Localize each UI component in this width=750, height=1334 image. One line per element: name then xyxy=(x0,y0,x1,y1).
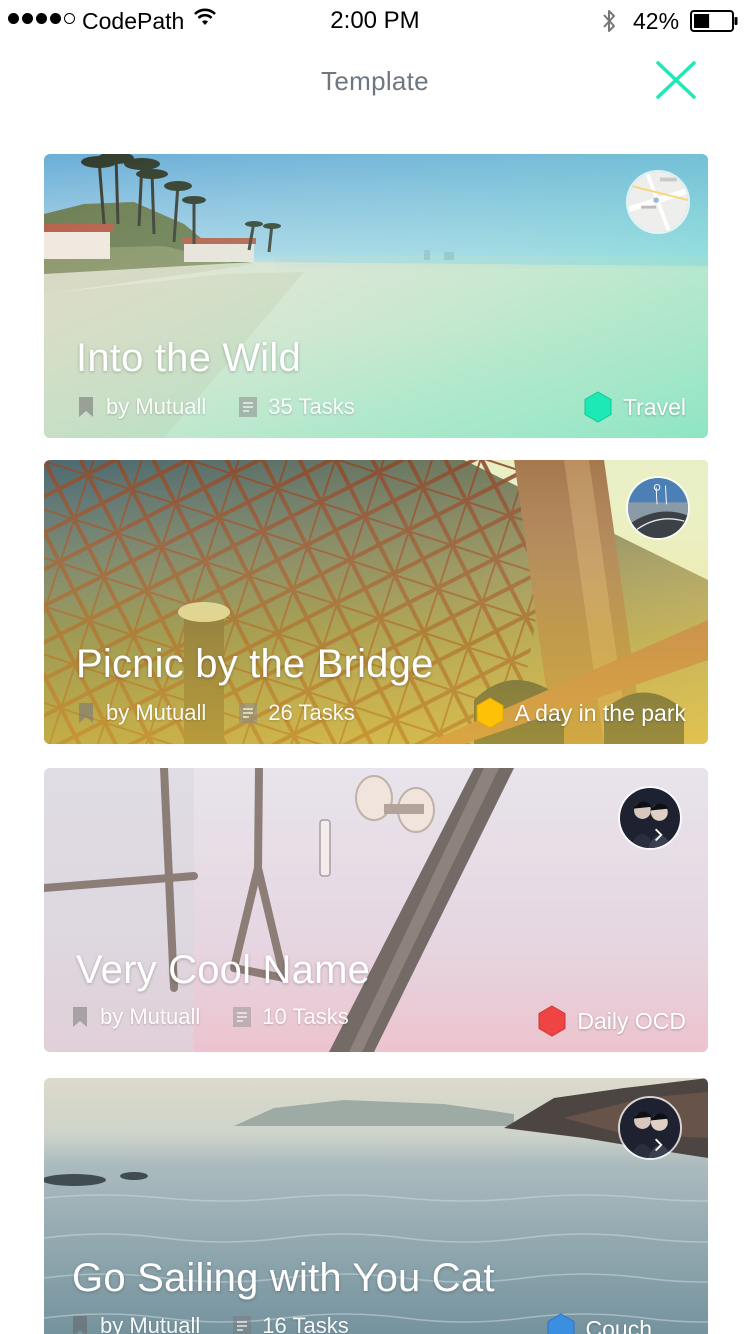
template-card[interactable]: Into the Wild by Mutuall 35 Tasks Travel xyxy=(44,154,708,438)
category-tag: Travel xyxy=(583,390,686,424)
card-meta: by Mutuall 16 Tasks xyxy=(70,1311,349,1334)
card-title: Into the Wild xyxy=(76,336,301,380)
category-hexagon-icon xyxy=(547,1313,575,1334)
task-list-icon xyxy=(233,1316,252,1334)
people-avatar-icon xyxy=(618,1096,682,1160)
task-list-icon xyxy=(239,703,258,723)
status-bar: CodePath 2:00 PM 42% xyxy=(0,0,750,40)
category-hexagon-icon xyxy=(538,1005,566,1037)
card-title: Very Cool Name xyxy=(76,948,371,992)
card-author: by Mutuall xyxy=(106,394,207,419)
category-tag: Couch xyxy=(546,1312,652,1334)
template-card[interactable]: Very Cool Name by Mutuall 10 Tasks Daily… xyxy=(44,768,708,1052)
card-title: Picnic by the Bridge xyxy=(76,642,434,686)
page-title: Template xyxy=(321,66,429,96)
card-meta: by Mutuall 26 Tasks xyxy=(76,698,355,728)
close-button[interactable] xyxy=(654,60,698,100)
category-hexagon-icon xyxy=(476,697,504,729)
card-author: by Mutuall xyxy=(100,1313,201,1334)
category-tag: A day in the park xyxy=(475,696,686,730)
bookmark-icon xyxy=(73,1007,87,1027)
category-label: Travel xyxy=(622,393,686,420)
category-tag: Daily OCD xyxy=(537,1004,686,1038)
card-author: by Mutuall xyxy=(106,700,207,725)
card-author: by Mutuall xyxy=(100,1004,201,1029)
task-list-icon xyxy=(239,397,258,417)
card-meta: by Mutuall 10 Tasks xyxy=(70,1002,349,1032)
card-title: Go Sailing with You Cat xyxy=(72,1256,495,1300)
card-task-count: 10 Tasks xyxy=(262,1004,349,1029)
bookmark-icon xyxy=(79,397,93,417)
category-label: A day in the park xyxy=(514,699,686,726)
road-avatar-icon xyxy=(626,476,690,540)
card-meta: by Mutuall 35 Tasks xyxy=(76,392,355,422)
category-label: Couch xyxy=(585,1315,652,1334)
card-task-count: 35 Tasks xyxy=(268,394,355,419)
card-task-count: 26 Tasks xyxy=(268,700,355,725)
template-card[interactable]: Go Sailing with You Cat by Mutuall 16 Ta… xyxy=(44,1078,708,1334)
close-icon xyxy=(656,61,696,99)
people-avatar-icon xyxy=(618,786,682,850)
category-hexagon-icon xyxy=(584,391,612,423)
battery-icon xyxy=(690,10,738,32)
template-card[interactable]: Picnic by the Bridge by Mutuall 26 Tasks… xyxy=(44,460,708,744)
category-label: Daily OCD xyxy=(577,1007,686,1034)
battery-percent: 42% xyxy=(633,8,680,34)
template-screen: CodePath 2:00 PM 42% Template Into the W… xyxy=(0,0,750,1334)
bookmark-icon xyxy=(79,703,93,723)
task-list-icon xyxy=(233,1007,252,1027)
bookmark-icon xyxy=(73,1316,87,1334)
bluetooth-icon xyxy=(603,10,615,32)
map-avatar-icon xyxy=(626,170,690,234)
card-task-count: 16 Tasks xyxy=(262,1313,349,1334)
